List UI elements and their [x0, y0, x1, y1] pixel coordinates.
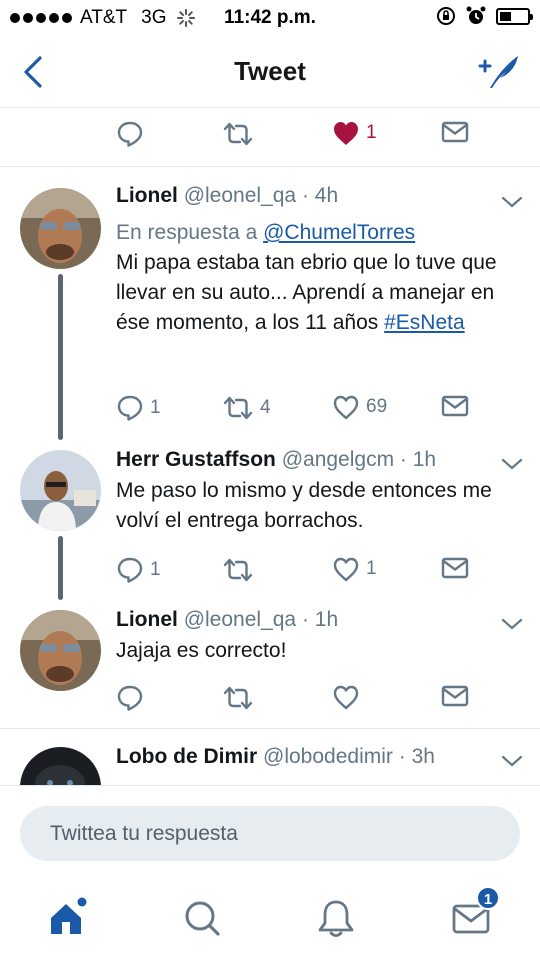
reply-tweet[interactable]: Lionel @leonel_qa · 4h En respuesta a @C…: [0, 166, 540, 444]
notifications-icon: [318, 900, 354, 937]
messages-badge: 1: [476, 886, 500, 910]
retweet-button[interactable]: 4: [222, 394, 271, 422]
retweet-icon: [223, 122, 253, 146]
tab-notifications[interactable]: [314, 896, 358, 940]
like-button[interactable]: [332, 684, 360, 710]
tweet-actions: 1 4 69: [0, 388, 540, 434]
reply-to-prefix: En respuesta a: [116, 221, 258, 244]
author-name[interactable]: Lobo de Dimir: [116, 745, 257, 768]
like-button[interactable]: 1: [332, 556, 377, 582]
like-count: 1: [366, 122, 377, 143]
tweet-body: Me paso lo mismo y desde entonces me vol…: [116, 476, 516, 536]
avatar[interactable]: [20, 450, 101, 531]
retweet-button[interactable]: [222, 556, 260, 584]
retweet-icon: [223, 558, 253, 582]
envelope-icon: [441, 395, 469, 417]
reply-icon: [117, 395, 143, 421]
status-bar: AT&T 3G 11:42 p.m.: [0, 0, 540, 36]
hashtag-link[interactable]: #EsNeta: [384, 311, 465, 334]
tweet-text: Me paso lo mismo y desde entonces me vol…: [116, 479, 492, 532]
like-button[interactable]: 1: [332, 120, 377, 146]
tweet-header: Lionel @leonel_qa · 4h: [116, 184, 338, 208]
tweet-header: Herr Gustaffson @angelgcm · 1h: [116, 448, 436, 472]
reply-composer: [0, 785, 540, 880]
reply-icon: [117, 121, 143, 147]
tweet-text: Jajaja es correcto!: [116, 639, 287, 662]
home-icon: [51, 897, 87, 934]
heart-filled-icon: [334, 122, 358, 145]
heart-icon: [333, 685, 359, 710]
author-handle: @leonel_qa: [183, 608, 297, 631]
reply-icon: [117, 557, 143, 583]
reply-count: 1: [150, 397, 161, 418]
tab-messages[interactable]: 1: [450, 886, 500, 940]
tweet-actions: 1 1: [0, 550, 540, 596]
retweet-button[interactable]: [222, 120, 254, 148]
envelope-icon: [441, 685, 469, 707]
reply-button[interactable]: 1: [116, 394, 161, 422]
tab-search[interactable]: [180, 896, 224, 940]
tweet-body: Jajaja es correcto!: [116, 636, 516, 666]
retweet-icon: [223, 396, 253, 420]
like-count: 69: [366, 396, 388, 417]
direct-message-button[interactable]: [441, 394, 469, 418]
direct-message-button[interactable]: [441, 684, 469, 708]
author-handle: @lobodedimir: [263, 745, 393, 768]
chevron-down-icon[interactable]: [500, 456, 524, 472]
heart-icon: [333, 557, 359, 582]
tweet-time: · 4h: [301, 184, 339, 207]
retweet-icon: [223, 686, 253, 710]
like-count: 1: [366, 558, 377, 579]
alarm-icon: [466, 6, 486, 24]
avatar[interactable]: [20, 747, 101, 785]
author-name[interactable]: Herr Gustaffson: [116, 448, 276, 471]
tweet-time: · 1h: [301, 608, 339, 631]
tweet-time: · 3h: [398, 745, 435, 768]
tab-home[interactable]: [46, 896, 90, 940]
reply-tweet[interactable]: Lionel @leonel_qa · 1h Jajaja es correct…: [0, 604, 540, 728]
reply-button[interactable]: [116, 120, 144, 148]
tweet-actions: [0, 678, 540, 724]
reply-to-mention[interactable]: @ChumelTorres: [263, 221, 415, 244]
tab-bar: 1: [0, 880, 540, 960]
page-title: Tweet: [234, 56, 306, 86]
main-tweet-actions: 1: [0, 114, 540, 160]
direct-message-button[interactable]: [441, 120, 469, 144]
reply-tweet[interactable]: Lobo de Dimir @lobodedimir · 3h: [0, 729, 540, 785]
reply-count: 1: [150, 559, 161, 580]
status-right: [436, 6, 533, 26]
reply-button[interactable]: [116, 684, 144, 712]
tweet-header: Lionel @leonel_qa · 1h: [116, 608, 338, 632]
like-button[interactable]: 69: [332, 394, 387, 420]
battery-icon: [496, 7, 533, 25]
tweet-header: Lobo de Dimir @lobodedimir · 3h: [116, 745, 435, 769]
chevron-down-icon[interactable]: [500, 753, 524, 769]
tweet-body: En respuesta a @ChumelTorres Mi papa est…: [116, 218, 516, 338]
reply-input[interactable]: [20, 806, 520, 861]
rotation-lock-icon: [437, 7, 455, 25]
envelope-icon: [441, 557, 469, 579]
tweet-time: · 1h: [399, 448, 437, 471]
search-icon: [185, 901, 220, 936]
author-handle: @angelgcm: [281, 448, 395, 471]
nav-bar: Tweet: [0, 36, 540, 108]
avatar[interactable]: [20, 188, 101, 269]
reply-icon: [117, 685, 143, 711]
retweet-count: 4: [260, 397, 271, 418]
author-handle: @leonel_qa: [183, 184, 297, 207]
chevron-down-icon[interactable]: [500, 616, 524, 632]
reply-button[interactable]: 1: [116, 556, 161, 584]
chevron-down-icon[interactable]: [500, 194, 524, 210]
direct-message-button[interactable]: [441, 556, 469, 580]
reply-tweet[interactable]: Herr Gustaffson @angelgcm · 1h Me paso l…: [0, 444, 540, 604]
compose-tweet-icon[interactable]: [476, 52, 522, 92]
author-name[interactable]: Lionel: [116, 184, 178, 207]
heart-icon: [333, 395, 359, 420]
author-name[interactable]: Lionel: [116, 608, 178, 631]
retweet-button[interactable]: [222, 684, 254, 712]
envelope-icon: [441, 121, 469, 143]
